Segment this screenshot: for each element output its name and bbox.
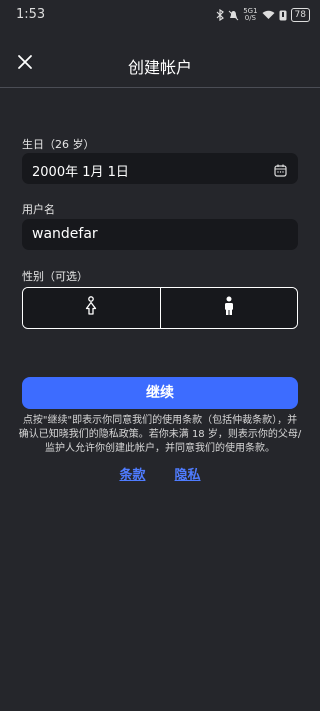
network-indicator: 5G1 0/S — [243, 8, 257, 22]
wifi-icon — [262, 10, 275, 20]
gender-option-female[interactable] — [23, 288, 160, 328]
privacy-link[interactable]: 隐私 — [175, 464, 201, 483]
birthday-value: 2000年 1月 1日 — [32, 165, 129, 180]
network-bottom: 0/S — [244, 14, 256, 22]
male-icon — [223, 296, 235, 320]
gender-selector — [22, 287, 298, 329]
status-bar: 1:53 5G1 0/S 78 — [0, 0, 320, 32]
bluetooth-icon — [216, 9, 225, 21]
battery-indicator: 78 — [290, 8, 310, 22]
status-icons: 5G1 0/S 78 — [216, 8, 310, 22]
female-icon — [85, 296, 97, 320]
mute-icon — [228, 10, 239, 21]
notification-icon — [279, 10, 287, 21]
terms-text: 点按"继续"即表示你同意我们的使用条款（包括仲裁条款），并确认已知晓我们的隐私政… — [18, 415, 302, 454]
username-field[interactable]: wandefar — [22, 219, 298, 250]
page-title: 创建帐户 — [127, 58, 192, 77]
legal-links: 条款 隐私 — [0, 464, 320, 483]
birthday-field[interactable]: 2000年 1月 1日 — [22, 153, 298, 184]
gender-label: 性别（可选） — [22, 270, 88, 283]
app-bar: 创建帐户 — [0, 32, 320, 88]
calendar-icon[interactable] — [274, 162, 287, 181]
terms-link[interactable]: 条款 — [119, 464, 145, 483]
continue-button[interactable]: 继续 — [22, 377, 298, 409]
gender-option-male[interactable] — [160, 288, 297, 328]
birthday-label: 生日（26 岁） — [22, 138, 95, 151]
username-label: 用户名 — [22, 203, 55, 216]
username-value: wandefar — [32, 226, 98, 242]
status-time: 1:53 — [16, 7, 46, 22]
